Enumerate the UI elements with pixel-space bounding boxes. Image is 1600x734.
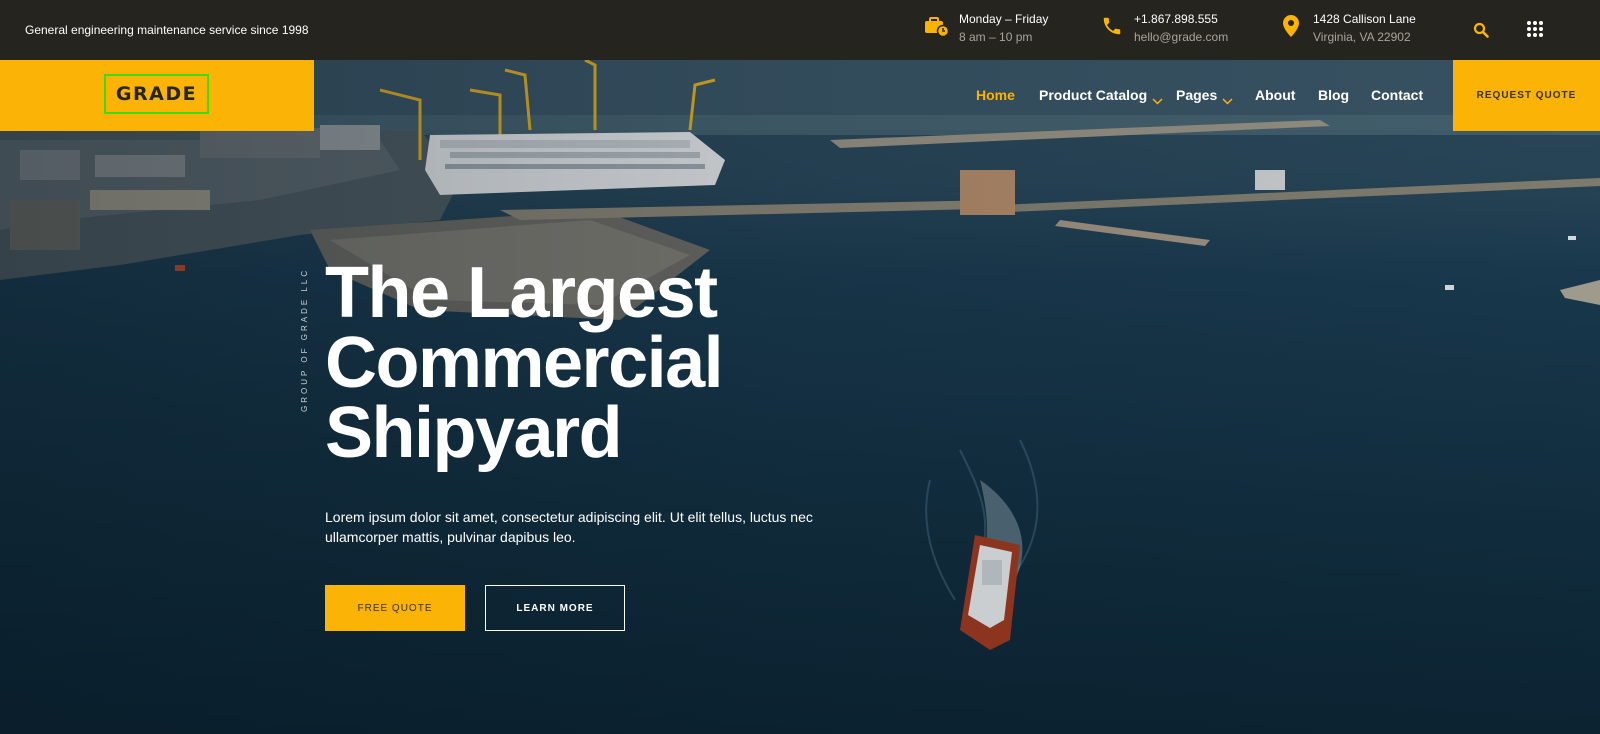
chevron-down-icon (1222, 92, 1233, 105)
free-quote-button[interactable]: FREE QUOTE (325, 585, 465, 631)
phone-icon (1097, 11, 1127, 41)
headline-line-1: The Largest (325, 253, 718, 333)
vertical-label: GROUP OF GRADE LLC (300, 267, 309, 412)
learn-more-label: LEARN MORE (516, 602, 594, 614)
nav-about-label: About (1255, 87, 1296, 103)
nav-contact-label: Contact (1371, 87, 1424, 103)
logo[interactable]: GRADE (104, 74, 209, 114)
nav-product-catalog-label: Product Catalog (1039, 87, 1148, 103)
nav-blog-label: Blog (1318, 87, 1350, 103)
hero-lead-text: Lorem ipsum dolor sit amet, consectetur … (325, 509, 813, 545)
nav-item-about[interactable]: About (1255, 87, 1295, 103)
location-pin-icon (1276, 11, 1306, 41)
hours-sub: 8 am – 10 pm (959, 30, 1033, 44)
phone-info: +1.867.898.555 hello@grade.com (1097, 11, 1228, 46)
apps-grid-icon[interactable] (1524, 18, 1546, 40)
email-address[interactable]: hello@grade.com (1134, 28, 1228, 46)
tagline: General engineering maintenance service … (25, 23, 309, 37)
chevron-down-icon (1152, 92, 1163, 105)
nav-item-home[interactable]: Home (976, 87, 1015, 103)
nav-item-blog[interactable]: Blog (1318, 87, 1349, 103)
hours-title: Monday – Friday (959, 12, 1049, 26)
address-line-1: 1428 Callison Lane (1313, 12, 1416, 26)
nav-item-pages[interactable]: Pages (1176, 87, 1233, 105)
logo-text: GRADE (115, 83, 198, 105)
nav-item-contact[interactable]: Contact (1371, 87, 1423, 103)
request-quote-label: REQUEST QUOTE (1476, 90, 1577, 101)
phone-number[interactable]: +1.867.898.555 (1134, 11, 1228, 27)
learn-more-button[interactable]: LEARN MORE (485, 585, 625, 631)
hero-headline: The Largest Commercial Shipyard (325, 253, 885, 473)
top-bar: General engineering maintenance service … (0, 0, 1600, 60)
hours-info: Monday – Friday 8 am – 10 pm (922, 11, 1048, 46)
address-line-2: Virginia, VA 22902 (1313, 30, 1411, 44)
nav-pages-label: Pages (1176, 87, 1218, 103)
briefcase-clock-icon (922, 11, 952, 41)
address-info: 1428 Callison Lane Virginia, VA 22902 (1276, 11, 1416, 46)
nav-item-product-catalog[interactable]: Product Catalog (1039, 87, 1163, 105)
free-quote-label: FREE QUOTE (357, 602, 433, 614)
search-icon[interactable] (1470, 19, 1492, 41)
nav-home-label: Home (976, 87, 1015, 103)
headline-line-3: Shipyard (325, 393, 623, 473)
headline-line-2: Commercial (325, 323, 724, 403)
request-quote-button[interactable]: REQUEST QUOTE (1453, 60, 1600, 131)
